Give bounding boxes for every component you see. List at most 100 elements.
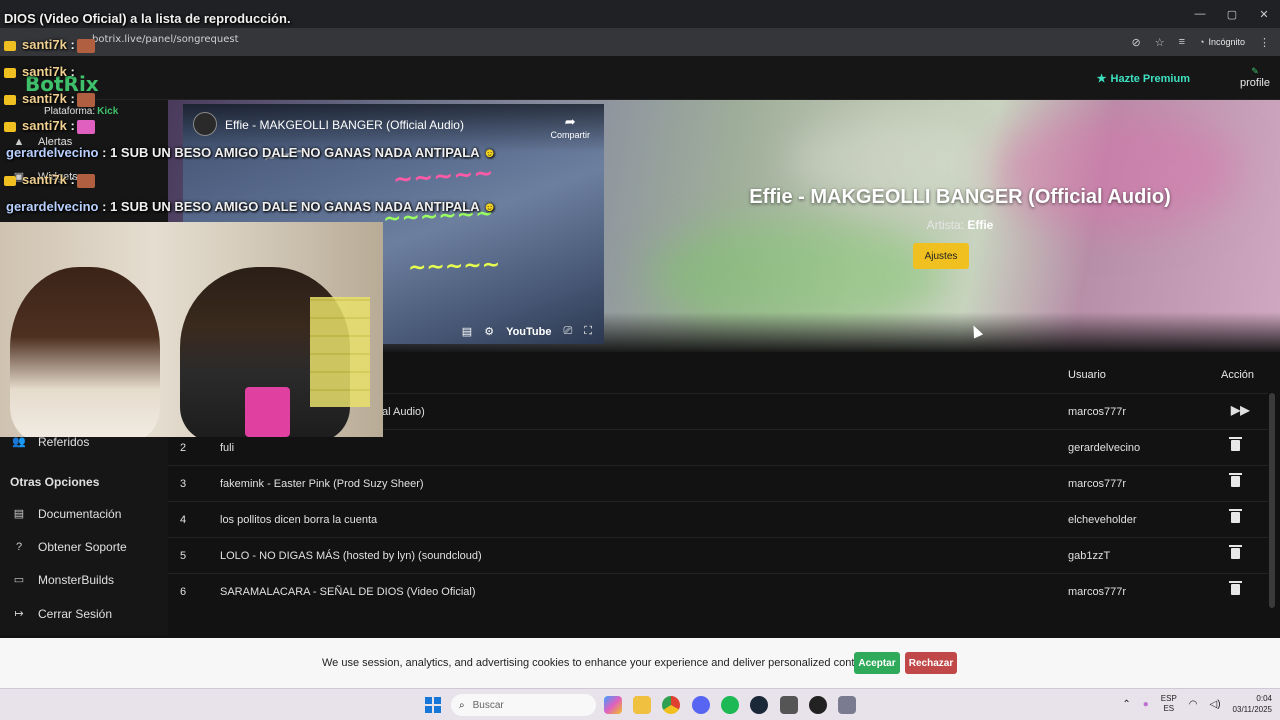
date: 03/11/2025 <box>1232 705 1272 714</box>
emoji-icon: ☻ <box>482 199 497 214</box>
taskbar-search[interactable]: ⌕ Buscar <box>451 694 596 716</box>
artist-line: Artista: Effie <box>700 218 1220 232</box>
table-row: 6 SARAMALACARA - SEÑAL DE DIOS (Video Of… <box>168 573 1268 609</box>
chat-text: : <box>70 118 75 133</box>
pencil-icon: ✎ <box>1251 66 1259 76</box>
share-icon: ➦ <box>564 114 576 129</box>
table-row: 5 LOLO - NO DIGAS MÁS (hosted by lyn) (s… <box>168 537 1268 573</box>
chat-line: santi7k : <box>4 172 95 188</box>
requester: marcos777r <box>1068 406 1127 418</box>
chrome-icon[interactable] <box>662 696 680 714</box>
windows-taskbar: ⌕ Buscar ⌃ ● ESP ES ◠ ◁) 0:04 03/11/2025 <box>0 688 1280 720</box>
search-placeholder: Buscar <box>472 699 504 711</box>
emote-icon <box>76 38 95 53</box>
crown-icon <box>4 121 16 132</box>
language-bottom: ES <box>1163 704 1175 713</box>
cookie-message: We use session, analytics, and advertisi… <box>322 657 873 669</box>
spotify-icon[interactable] <box>721 696 739 714</box>
system-tray: ⌃ ● ESP ES ◠ ◁) 0:04 03/11/2025 <box>1122 693 1272 715</box>
wifi-icon[interactable]: ◠ <box>1189 699 1198 710</box>
table-row: 3 fakemink - Easter Pink (Prod Suzy Shee… <box>168 465 1268 501</box>
clock[interactable]: 0:04 03/11/2025 <box>1233 693 1272 715</box>
windows-start-icon[interactable] <box>425 697 441 713</box>
maximize-icon[interactable]: ▢ <box>1216 0 1248 28</box>
settings-gear-icon[interactable]: ⚙ <box>484 325 494 338</box>
webcam-overlay <box>0 222 383 437</box>
trash-icon[interactable] <box>1229 509 1242 523</box>
chat-line: santi7k : <box>4 37 95 53</box>
cast-icon[interactable]: ⎚ <box>563 325 572 338</box>
chat-line: gerardelvecino : 1 SUB UN BESO AMIGO DAL… <box>6 199 496 214</box>
incognito-badge[interactable]: ◔ Incógnito <box>1199 37 1245 47</box>
captions-icon[interactable]: ▤ <box>462 325 472 338</box>
url-field[interactable]: botrix.live/panel/songrequest <box>92 34 239 45</box>
chat-text: : <box>70 172 75 187</box>
emote-icon <box>76 173 95 188</box>
settings-app-icon[interactable] <box>838 696 856 714</box>
crown-icon <box>4 67 16 78</box>
video-title[interactable]: Effie - MAKGEOLLI BANGER (Official Audio… <box>225 118 464 132</box>
volume-icon[interactable]: ◁) <box>1210 699 1221 710</box>
section-title-otras-opciones: Otras Opciones <box>10 475 100 489</box>
row-number: 5 <box>180 550 187 562</box>
mic-icon[interactable]: ● <box>1143 699 1149 710</box>
discord-icon[interactable] <box>692 696 710 714</box>
emote-icon <box>76 92 95 107</box>
media-icon[interactable]: ≡ <box>1179 36 1185 48</box>
close-icon[interactable]: ✕ <box>1248 0 1280 28</box>
reject-cookies-button[interactable]: Rechazar <box>905 652 957 674</box>
share-button[interactable]: ➦ Compartir <box>550 114 590 140</box>
language-top: ESP <box>1160 694 1177 703</box>
youtube-logo[interactable]: YouTube <box>506 326 551 338</box>
sidebar-item-documentacion[interactable]: ▤ Documentación <box>12 507 122 521</box>
platform-value: Kick <box>97 106 119 117</box>
chevron-up-icon[interactable]: ⌃ <box>1122 699 1130 710</box>
laptop-icon: ▭ <box>13 574 25 586</box>
row-number: 2 <box>180 442 187 454</box>
sidebar-item-label: Obtener Soporte <box>38 540 127 554</box>
eye-off-icon[interactable]: ⊘ <box>1132 36 1141 49</box>
trash-icon[interactable] <box>1229 545 1242 559</box>
users-icon: 👥 <box>12 436 26 448</box>
profile-link[interactable]: ✎ profile <box>1240 66 1270 89</box>
sticky-notes <box>310 297 370 407</box>
chat-user: gerardelvecino <box>6 145 99 160</box>
cover-art-text: ~~~~~ <box>407 252 501 281</box>
trash-icon[interactable] <box>1229 437 1242 451</box>
sidebar-item-soporte[interactable]: ? Obtener Soporte <box>12 540 127 554</box>
premium-link[interactable]: ★ Hazte Premium <box>1097 72 1190 86</box>
steam-icon[interactable] <box>750 696 768 714</box>
skip-icon[interactable]: ▶▶ <box>1231 403 1249 417</box>
fullscreen-icon[interactable]: ⛶ <box>584 325 592 338</box>
emoji-icon: ☻ <box>482 145 497 160</box>
time: 0:04 <box>1256 694 1272 703</box>
chat-user: santi7k <box>22 172 67 187</box>
help-icon: ? <box>15 541 23 553</box>
settings-button[interactable]: Ajustes <box>913 243 969 269</box>
sidebar-item-referidos[interactable]: 👥 Referidos <box>12 435 89 449</box>
file-explorer-icon[interactable] <box>633 696 651 714</box>
scrollbar[interactable] <box>1269 393 1275 608</box>
minimize-icon[interactable]: — <box>1184 0 1216 28</box>
calculator-icon[interactable] <box>780 696 798 714</box>
star-icon[interactable]: ☆ <box>1155 36 1165 49</box>
row-number: 4 <box>180 514 187 526</box>
requester: elcheveholder <box>1068 514 1137 526</box>
platform-info: Plataforma: Kick <box>44 106 118 117</box>
chat-text: : 1 SUB UN BESO AMIGO DALE NO GANAS NADA… <box>102 145 480 160</box>
copilot-icon[interactable] <box>604 696 622 714</box>
chat-text: : <box>70 37 75 52</box>
now-playing-title: Effie - MAKGEOLLI BANGER (Official Audio… <box>749 186 1171 208</box>
sidebar-item-monsterbuilds[interactable]: ▭ MonsterBuilds <box>12 573 114 587</box>
accept-cookies-button[interactable]: Aceptar <box>854 652 900 674</box>
app-icon[interactable] <box>809 696 827 714</box>
channel-avatar[interactable] <box>193 112 217 136</box>
sidebar-item-cerrar-sesion[interactable]: ↦ Cerrar Sesión <box>12 607 112 621</box>
menu-icon[interactable]: ⋮ <box>1259 36 1270 49</box>
requester: gab1zzT <box>1068 550 1111 562</box>
trash-icon[interactable] <box>1229 581 1242 595</box>
language-indicator[interactable]: ESP ES <box>1161 694 1177 714</box>
song-title: LOLO - NO DIGAS MÁS (hosted by lyn) (sou… <box>220 550 482 562</box>
chat-user: santi7k <box>22 118 67 133</box>
trash-icon[interactable] <box>1229 473 1242 487</box>
